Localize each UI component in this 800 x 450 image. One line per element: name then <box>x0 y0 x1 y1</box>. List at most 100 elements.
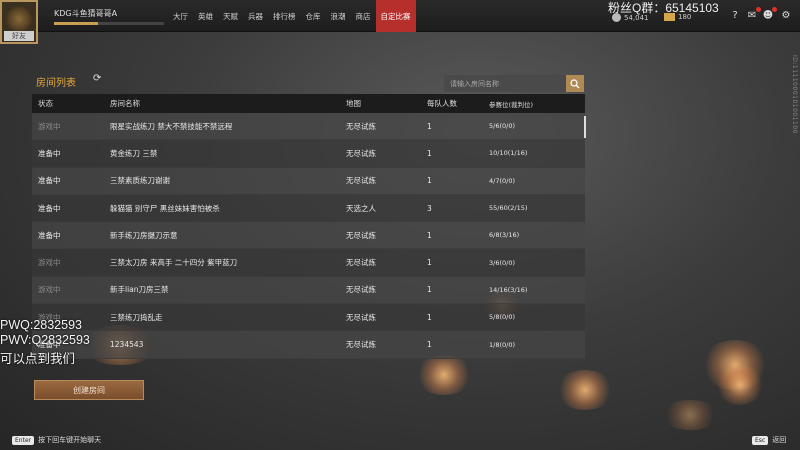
row-room-name: 限星实战练刀 禁大不禁技能不禁远程 <box>110 121 233 131</box>
table-row[interactable]: 游戏中 限星实战练刀 禁大不禁技能不禁远程 无尽试炼 1 5/6(0/0) <box>32 113 585 141</box>
row-map: 无尽试炼 <box>346 230 376 240</box>
table-row[interactable]: 准备中 黄金练刀 三禁 无尽试炼 1 10/10(1/16) <box>32 140 585 168</box>
row-team-size: 1 <box>427 258 432 268</box>
row-team-size: 3 <box>427 203 432 213</box>
row-team-size: 1 <box>427 340 432 350</box>
row-map: 无尽试炼 <box>346 340 376 350</box>
search-icon <box>570 78 580 88</box>
top-bar: KDG斗鱼猜哥哥A 大厅 英雄 天赋 兵器 排行榜 仓库 浪潮 商店 自定比赛 … <box>0 0 800 32</box>
experience-bar <box>54 22 164 25</box>
room-table: 状态 房间名称 地图 每队人数 参赛位(裁判位) 游戏中 限星实战练刀 禁大不禁技… <box>32 94 585 359</box>
coin-amount: 54,041 <box>624 13 649 22</box>
table-row[interactable]: 准备中 新手练刀房摄刀示意 无尽试炼 1 6/8(3/16) <box>32 222 585 250</box>
room-search-input[interactable] <box>444 75 566 92</box>
row-team-size: 1 <box>427 176 432 186</box>
column-map: 地图 <box>346 99 361 108</box>
row-slots: 14/16(3/16) <box>489 285 528 294</box>
coin-icon <box>612 13 621 22</box>
experience-bar-fill <box>54 22 98 25</box>
create-room-button[interactable]: 创建房间 <box>34 380 144 400</box>
avatar-image <box>6 6 32 32</box>
table-header: 状态 房间名称 地图 每队人数 参赛位(裁判位) <box>32 94 585 113</box>
row-slots: 6/8(3/16) <box>489 231 520 240</box>
row-status: 准备中 <box>38 148 61 158</box>
row-room-name: 黄金练刀 三禁 <box>110 148 158 158</box>
back-hint[interactable]: Esc 返回 <box>752 435 786 445</box>
row-status: 游戏中 <box>38 121 61 131</box>
friends-icon[interactable]: ☻ <box>762 7 777 22</box>
player-name: KDG斗鱼猜哥哥A <box>54 9 118 18</box>
row-map: 无尽试炼 <box>346 176 376 186</box>
settings-icon[interactable]: ⚙ <box>780 10 792 22</box>
table-row[interactable]: 游戏中 三禁练刀捣乱走 无尽试炼 1 5/8(0/0) <box>32 304 585 332</box>
row-map: 无尽试炼 <box>346 312 376 322</box>
help-icon[interactable]: ? <box>729 10 741 22</box>
row-room-name: 三禁练刀捣乱走 <box>110 312 163 322</box>
player-avatar[interactable]: 好友 <box>0 0 38 44</box>
nav-heroes[interactable]: 英雄 <box>193 0 218 32</box>
row-team-size: 1 <box>427 230 432 240</box>
row-map: 无尽试炼 <box>346 121 376 131</box>
nav-storage[interactable]: 仓库 <box>301 0 326 32</box>
friends-label[interactable]: 好友 <box>4 31 34 41</box>
mail-icon[interactable]: ✉ <box>746 7 761 22</box>
stream-overlay-line: 可以点到我们 <box>0 352 76 366</box>
nav-leaderboard[interactable]: 排行榜 <box>268 0 301 32</box>
main-nav: 大厅 英雄 天赋 兵器 排行榜 仓库 浪潮 商店 自定比赛 <box>168 0 416 32</box>
table-row[interactable]: 准备中 1234543 无尽试炼 1 1/8(0/0) <box>32 331 585 359</box>
gold-amount: 180 <box>678 13 692 21</box>
row-map: 无尽试炼 <box>346 258 376 268</box>
row-room-name: 新手lian刀房三禁 <box>110 285 169 295</box>
row-team-size: 1 <box>427 285 432 295</box>
enter-key: Enter <box>12 435 35 445</box>
column-status: 状态 <box>38 99 53 108</box>
row-room-name: 三禁素质练刀谢谢 <box>110 176 170 186</box>
row-status: 准备中 <box>38 176 61 186</box>
refresh-icon[interactable]: ⟳ <box>93 73 101 84</box>
gold-icon <box>664 13 675 21</box>
stream-overlay-line: PWV:Q2832593 <box>0 333 90 347</box>
column-slots: 参赛位(裁判位) <box>489 100 534 109</box>
row-slots: 4/7(0/0) <box>489 176 515 185</box>
row-room-name: 三禁太刀房 来高手 二十四分 紫甲蓝刀 <box>110 258 238 268</box>
nav-lobby[interactable]: 大厅 <box>168 0 193 32</box>
row-map: 无尽试炼 <box>346 285 376 295</box>
row-status: 游戏中 <box>38 285 61 295</box>
nav-tide[interactable]: 浪潮 <box>326 0 351 32</box>
search-button[interactable] <box>566 75 584 92</box>
row-slots: 55/60(2/15) <box>489 204 528 213</box>
row-map: 天选之人 <box>346 203 376 213</box>
row-team-size: 1 <box>427 121 432 131</box>
row-room-name: 新手练刀房摄刀示意 <box>110 230 178 240</box>
column-room-name: 房间名称 <box>110 99 140 108</box>
row-map: 无尽试炼 <box>346 148 376 158</box>
coin-balance: 54,041 <box>612 13 649 22</box>
nav-talents[interactable]: 天赋 <box>218 0 243 32</box>
row-status: 准备中 <box>38 203 61 213</box>
nav-custom-match[interactable]: 自定比赛 <box>375 0 416 32</box>
nav-shop[interactable]: 商店 <box>351 0 376 32</box>
row-status: 游戏中 <box>38 258 61 268</box>
row-room-name: 躲猫猫 别守尸 黑丝妹妹害怕被杀 <box>110 203 220 213</box>
row-slots: 10/10(1/16) <box>489 149 528 158</box>
table-row[interactable]: 准备中 三禁素质练刀谢谢 无尽试炼 1 4/7(0/0) <box>32 167 585 195</box>
table-scrollbar[interactable] <box>584 116 586 138</box>
table-row[interactable]: 准备中 躲猫猫 别守尸 黑丝妹妹害怕被杀 天选之人 3 55/60(2/15) <box>32 194 585 223</box>
row-slots: 3/6(0/0) <box>489 258 515 267</box>
chat-hint: Enter 按下回车键开始聊天 <box>12 435 101 445</box>
nav-weapons[interactable]: 兵器 <box>243 0 268 32</box>
background-light <box>660 400 720 430</box>
table-row[interactable]: 游戏中 新手lian刀房三禁 无尽试炼 1 14/16(3/16) <box>32 276 585 305</box>
row-team-size: 1 <box>427 148 432 158</box>
gold-balance: 180 <box>664 13 691 21</box>
row-status: 准备中 <box>38 230 61 240</box>
row-slots: 5/8(0/0) <box>489 313 515 322</box>
column-team-size: 每队人数 <box>427 99 457 108</box>
background-light <box>715 365 765 405</box>
back-hint-text: 返回 <box>772 436 787 444</box>
table-row[interactable]: 游戏中 三禁太刀房 来高手 二十四分 紫甲蓝刀 无尽试炼 1 3/6(0/0) <box>32 249 585 277</box>
background-light <box>555 370 615 410</box>
row-team-size: 1 <box>427 312 432 322</box>
stream-overlay-line: PWQ:2832593 <box>0 318 82 332</box>
chat-hint-text: 按下回车键开始聊天 <box>38 436 102 444</box>
